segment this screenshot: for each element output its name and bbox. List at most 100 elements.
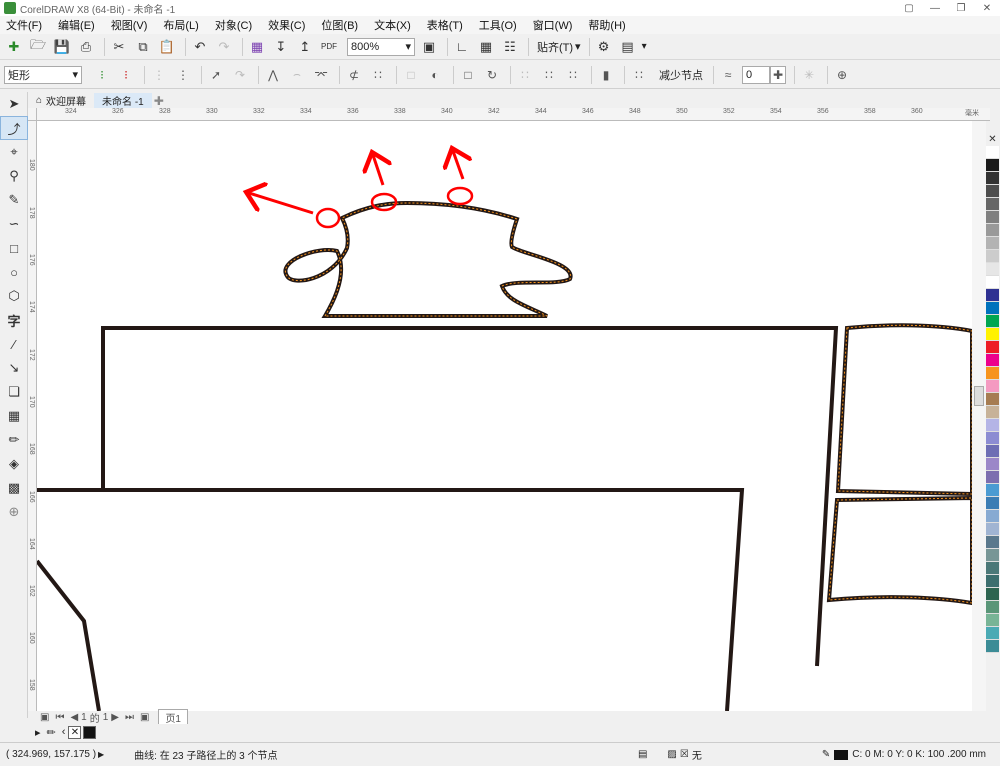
- interactive-fill-icon[interactable]: ◈: [0, 452, 28, 476]
- flip-vertical-icon[interactable]: ∷: [563, 65, 583, 85]
- smart-fill-icon[interactable]: ▩: [0, 476, 28, 500]
- freehand-tool-icon[interactable]: ✎: [0, 188, 28, 212]
- join-nodes-icon[interactable]: ⋮: [149, 65, 169, 85]
- add-node-icon[interactable]: ⁝: [92, 65, 112, 85]
- menu-table[interactable]: 表格(T): [427, 17, 463, 33]
- palette-swatch[interactable]: [986, 315, 999, 328]
- pick-tool-icon[interactable]: ➤: [0, 92, 28, 116]
- fill-bucket-icon[interactable]: ▨: [667, 749, 676, 760]
- palette-swatch[interactable]: [986, 497, 999, 510]
- palette-swatch[interactable]: [986, 549, 999, 562]
- show-grid-icon[interactable]: ▦: [476, 37, 496, 57]
- close-icon[interactable]: ✕: [974, 0, 1000, 16]
- palette-swatch[interactable]: [986, 588, 999, 601]
- stretch-nodes-icon[interactable]: □: [458, 65, 478, 85]
- palette-swatch[interactable]: [986, 276, 999, 289]
- menu-text[interactable]: 文本(X): [374, 17, 411, 33]
- menu-bitmaps[interactable]: 位图(B): [321, 17, 358, 33]
- palette-swatch[interactable]: [986, 341, 999, 354]
- color-proof-icon[interactable]: ▤: [638, 749, 647, 760]
- drop-shadow-icon[interactable]: ❏: [0, 380, 28, 404]
- palette-swatch[interactable]: [986, 289, 999, 302]
- menu-window[interactable]: 窗口(W): [533, 17, 573, 33]
- undo-icon[interactable]: ↶: [190, 37, 210, 57]
- shape-tool-icon[interactable]: ⤴: [0, 116, 28, 140]
- palette-swatch[interactable]: [986, 172, 999, 185]
- palette-swatch[interactable]: [986, 146, 999, 159]
- add-tab-icon[interactable]: ✚: [152, 94, 166, 108]
- palette-swatch[interactable]: [986, 484, 999, 497]
- palette-swatch[interactable]: [986, 380, 999, 393]
- menu-view[interactable]: 视图(V): [111, 17, 148, 33]
- palette-menu-icon[interactable]: ▸: [35, 726, 41, 739]
- transparency-tool-icon[interactable]: ▦: [0, 404, 28, 428]
- palette-swatch[interactable]: [986, 198, 999, 211]
- show-rulers-icon[interactable]: ∟: [452, 37, 472, 57]
- eyedropper-icon[interactable]: ✏: [0, 428, 28, 452]
- next-page-icon[interactable]: ▶: [111, 712, 119, 723]
- restore-icon[interactable]: ❐: [948, 0, 974, 16]
- menu-help[interactable]: 帮助(H): [588, 17, 625, 33]
- chevron-down-icon[interactable]: ▾: [642, 41, 647, 52]
- menu-tools[interactable]: 工具(O): [479, 17, 517, 33]
- no-color-swatch[interactable]: ✕: [986, 133, 999, 146]
- break-curve-icon[interactable]: ⋮: [173, 65, 193, 85]
- minimize-icon[interactable]: —: [922, 0, 948, 16]
- new-document-icon[interactable]: ✚: [4, 37, 24, 57]
- menu-object[interactable]: 对象(C): [215, 17, 252, 33]
- redo-icon[interactable]: ↷: [214, 37, 234, 57]
- zoom-tool-icon[interactable]: ⚲: [0, 164, 28, 188]
- artistic-media-icon[interactable]: ∽: [0, 212, 28, 236]
- palette-swatch[interactable]: [986, 510, 999, 523]
- publish-pdf-button[interactable]: PDF: [319, 37, 339, 57]
- connector-tool-icon[interactable]: ↘: [0, 356, 28, 380]
- application-launcher-icon[interactable]: ▤: [618, 37, 638, 57]
- scroll-thumb[interactable]: [974, 386, 984, 406]
- text-tool-icon[interactable]: 字: [0, 308, 28, 332]
- drawing-canvas[interactable]: [37, 121, 972, 711]
- zoom-level-select[interactable]: 800% ▾: [347, 37, 415, 56]
- add-page-end-icon[interactable]: ▣: [140, 712, 149, 723]
- extend-curve-icon[interactable]: ∷: [368, 65, 388, 85]
- ellipse-tool-icon[interactable]: ○: [0, 260, 28, 284]
- extract-subpath-icon[interactable]: □: [401, 65, 421, 85]
- palette-swatch[interactable]: [986, 614, 999, 627]
- selected-curve[interactable]: [283, 200, 573, 318]
- prev-page-icon[interactable]: ◀: [70, 712, 78, 723]
- crop-tool-icon[interactable]: ⌖: [0, 140, 28, 164]
- horizontal-ruler[interactable]: 324 326 328 330 332 334 336 338 340 342 …: [37, 108, 990, 121]
- save-icon[interactable]: 💾: [52, 37, 72, 57]
- elastic-mode-icon[interactable]: ▮: [596, 65, 616, 85]
- palette-swatch[interactable]: [986, 458, 999, 471]
- palette-swatch[interactable]: [986, 627, 999, 640]
- object-type-select[interactable]: 矩形 ▾: [4, 65, 82, 84]
- vertical-scrollbar[interactable]: [972, 121, 986, 711]
- menu-effects[interactable]: 效果(C): [268, 17, 305, 33]
- polygon-tool-icon[interactable]: ⬡: [0, 284, 28, 308]
- palette-swatch[interactable]: [986, 328, 999, 341]
- vertical-ruler[interactable]: 180 178 176 174 172 170 168 166 164 162 …: [28, 121, 37, 711]
- cusp-node-icon[interactable]: ⋀: [263, 65, 283, 85]
- palette-swatch[interactable]: [986, 523, 999, 536]
- eyedropper-icon[interactable]: ✏: [47, 726, 56, 739]
- open-folder-icon[interactable]: 🗁: [28, 37, 48, 57]
- palette-swatch[interactable]: [986, 536, 999, 549]
- palette-swatch[interactable]: [986, 562, 999, 575]
- profile-icon[interactable]: ▢: [896, 0, 922, 16]
- palette-swatch[interactable]: [986, 367, 999, 380]
- menu-edit[interactable]: 编辑(E): [58, 17, 95, 33]
- parallel-dimension-icon[interactable]: ∕: [0, 332, 28, 356]
- block-shapes[interactable]: [37, 323, 972, 711]
- tab-document[interactable]: 未命名 -1: [94, 93, 152, 108]
- palette-swatch[interactable]: [986, 237, 999, 250]
- convert-to-curve-icon[interactable]: ↷: [230, 65, 250, 85]
- reverse-direction-icon[interactable]: ⊄: [344, 65, 364, 85]
- add-tool-icon[interactable]: ⊕: [0, 500, 28, 524]
- rotate-nodes-icon[interactable]: ↻: [482, 65, 502, 85]
- palette-swatch[interactable]: [986, 263, 999, 276]
- search-content-icon[interactable]: ▦: [247, 37, 267, 57]
- rectangle-tool-icon[interactable]: □: [0, 236, 28, 260]
- copy-icon[interactable]: ⧉: [133, 37, 153, 57]
- add-page-icon[interactable]: ▣: [40, 712, 49, 723]
- select-all-nodes-icon[interactable]: ∷: [629, 65, 649, 85]
